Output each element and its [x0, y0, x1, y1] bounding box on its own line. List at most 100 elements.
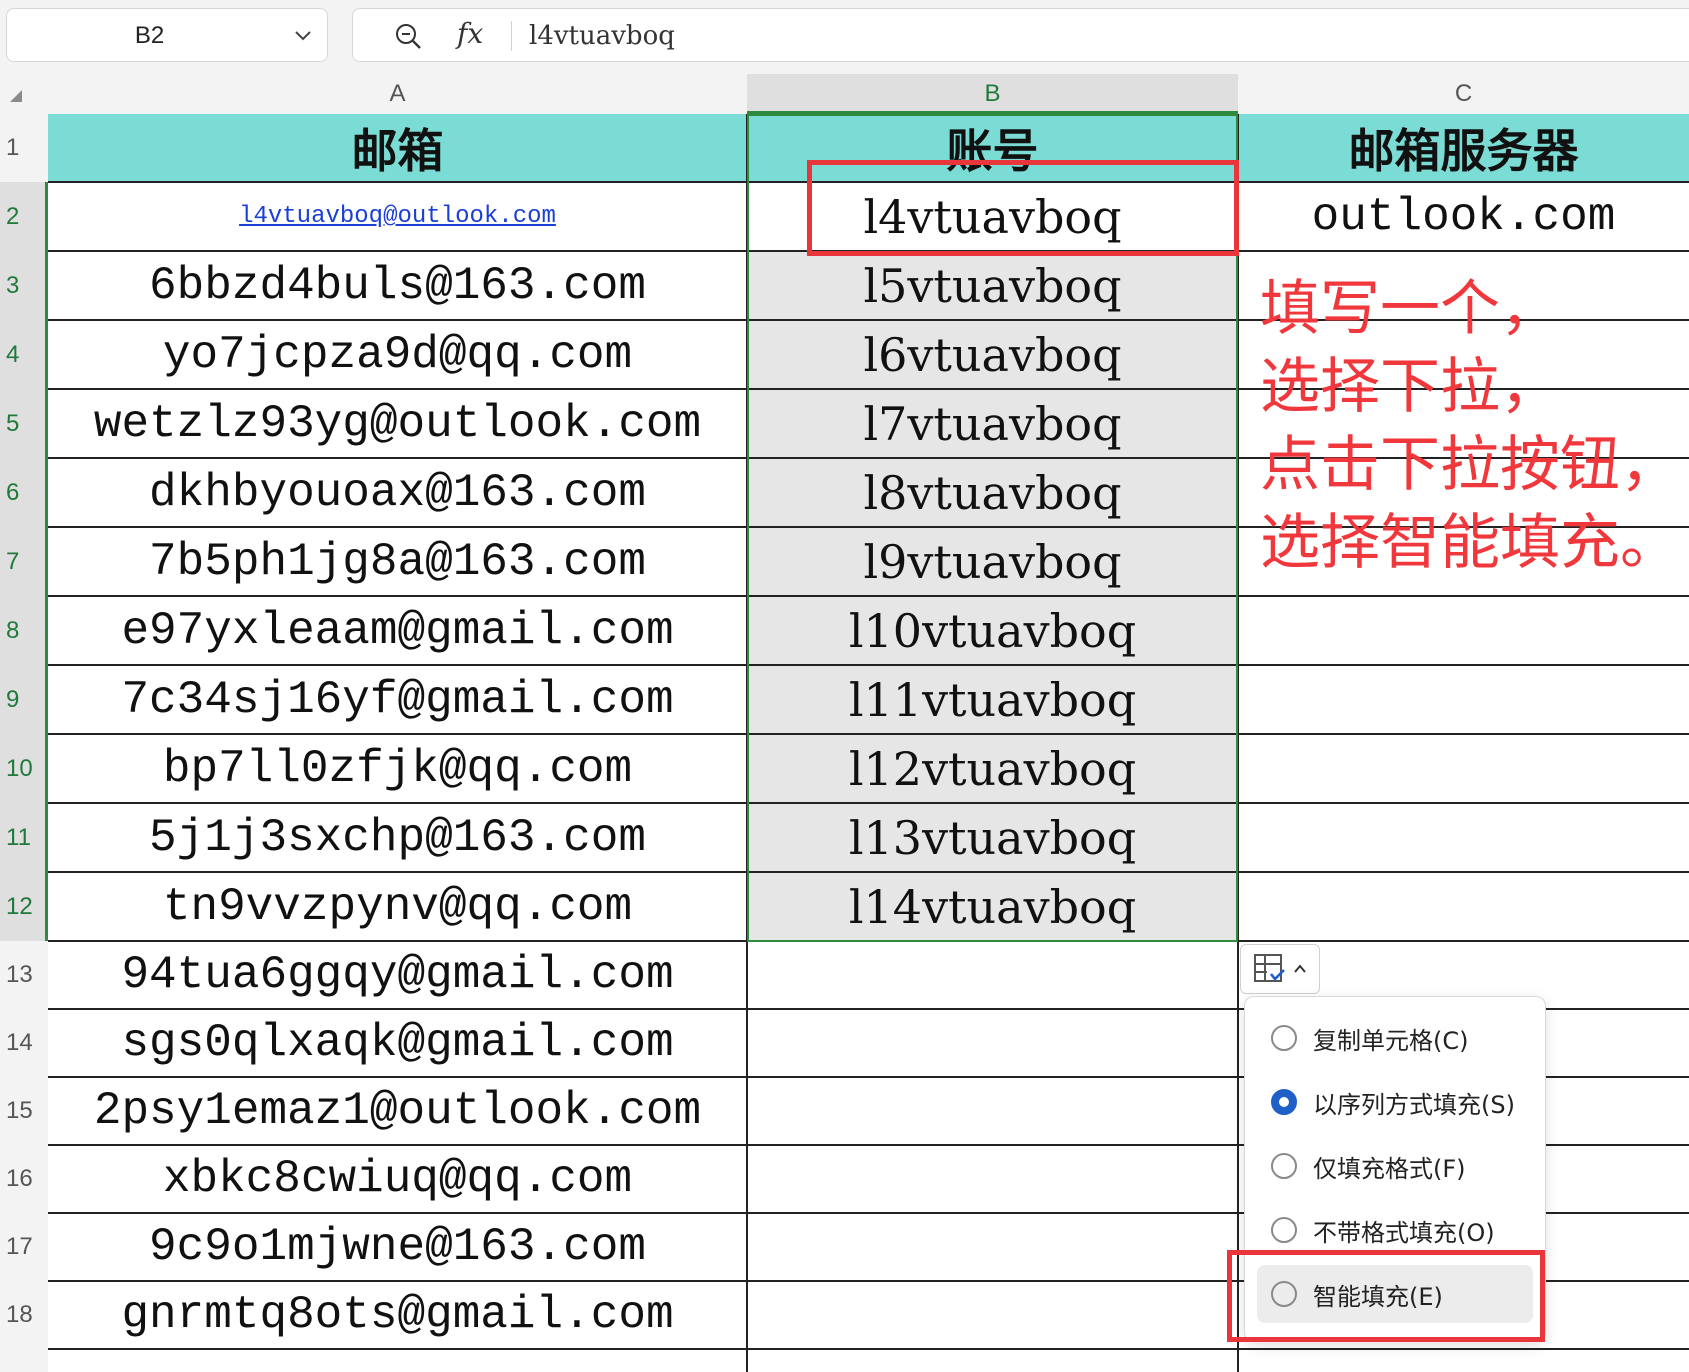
zoom-out-icon[interactable]	[393, 21, 423, 51]
name-box-value: B2	[134, 22, 165, 49]
row-header-2[interactable]: 2	[0, 182, 48, 251]
row-header-bar: 1 2 3 4 5 6 7 8 9 10 11 12 13 14 15 16 17 18	[0, 114, 48, 1372]
grid-line	[48, 1348, 1238, 1350]
cell-a17[interactable]: 9c9o1mjwne@163.com	[48, 1213, 747, 1281]
row-header-5[interactable]: 5	[0, 389, 48, 458]
radio-flash-fill[interactable]	[1271, 1281, 1297, 1307]
grid-line	[1238, 1348, 1689, 1350]
cell-a13[interactable]: 94tua6ggqy@gmail.com	[48, 941, 747, 1009]
row-header-13[interactable]: 13	[0, 941, 48, 1009]
grid-line	[48, 595, 1238, 597]
row-header-1[interactable]: 1	[0, 114, 48, 182]
grid-line	[1238, 733, 1689, 735]
grid-line	[1238, 802, 1689, 804]
cell-b7[interactable]: l9vtuavboq	[747, 527, 1238, 596]
menu-item-fill-formatting-only[interactable]: 仅填充格式(F)	[1257, 1137, 1533, 1195]
row-header-11[interactable]: 11	[0, 803, 48, 872]
cell-a16[interactable]: xbkc8cwiuq@qq.com	[48, 1145, 747, 1213]
column-header-b[interactable]: B	[747, 74, 1238, 114]
row-header-4[interactable]: 4	[0, 320, 48, 389]
row-header-9[interactable]: 9	[0, 665, 48, 734]
row-header-14[interactable]: 14	[0, 1009, 48, 1077]
cell-a14[interactable]: sgs0qlxaqk@gmail.com	[48, 1009, 747, 1077]
column-header-bar: A B C	[0, 74, 1689, 114]
cell-b11[interactable]: l13vtuavboq	[747, 803, 1238, 872]
select-all-corner[interactable]	[0, 74, 48, 114]
grid-line	[48, 526, 1238, 528]
chevron-down-icon[interactable]	[291, 23, 315, 47]
menu-item-fill-series[interactable]: 以序列方式填充(S)	[1257, 1073, 1533, 1131]
row-header-15[interactable]: 15	[0, 1077, 48, 1145]
row-header-18[interactable]: 18	[0, 1281, 48, 1349]
cell-b2[interactable]: l4vtuavboq	[747, 182, 1238, 251]
column-header-a[interactable]: A	[48, 74, 747, 114]
row-header-3[interactable]: 3	[0, 251, 48, 320]
cell-a2-email-link[interactable]: l4vtuavboq@outlook.com	[48, 182, 747, 251]
row-header-16[interactable]: 16	[0, 1145, 48, 1213]
cell-b1[interactable]: 账号	[747, 114, 1238, 182]
cell-b12[interactable]: l14vtuavboq	[747, 872, 1238, 941]
cell-a7[interactable]: 7b5ph1jg8a@163.com	[48, 527, 747, 596]
row-header-17[interactable]: 17	[0, 1213, 48, 1281]
cell-b4[interactable]: l6vtuavboq	[747, 320, 1238, 389]
cell-a3[interactable]: 6bbzd4buls@163.com	[48, 251, 747, 320]
annotation-line: 填写一个，	[1260, 274, 1560, 344]
radio-copy-cells[interactable]	[1271, 1025, 1297, 1051]
grid-line	[1238, 871, 1689, 873]
grid-line	[1238, 664, 1689, 666]
grid-line	[48, 802, 1238, 804]
cell-a5[interactable]: wetzlz93yg@outlook.com	[48, 389, 747, 458]
corner-triangle-icon	[10, 90, 22, 102]
annotation-line: 点击下拉按钮，	[1260, 430, 1680, 500]
menu-item-label: 不带格式填充(O)	[1313, 1218, 1495, 1247]
formula-divider	[511, 21, 512, 51]
cell-a9[interactable]: 7c34sj16yf@gmail.com	[48, 665, 747, 734]
formula-input-box[interactable]: 𝑓x l4vtuavboq	[352, 8, 1689, 62]
radio-fill-without-formatting[interactable]	[1271, 1217, 1297, 1243]
cell-c2[interactable]: outlook.com	[1238, 182, 1689, 251]
cell-b8[interactable]: l10vtuavboq	[747, 596, 1238, 665]
cell-a6[interactable]: dkhbyouoax@163.com	[48, 458, 747, 527]
cell-a18[interactable]: gnrmtq8ots@gmail.com	[48, 1281, 747, 1349]
grid-line	[48, 664, 1238, 666]
radio-fill-formatting-only[interactable]	[1271, 1153, 1297, 1179]
cell-a8[interactable]: e97yxleaam@gmail.com	[48, 596, 747, 665]
cell-b5[interactable]: l7vtuavboq	[747, 389, 1238, 458]
row-header-12[interactable]: 12	[0, 872, 48, 941]
cell-a15[interactable]: 2psy1emaz1@outlook.com	[48, 1077, 747, 1145]
menu-item-label: 以序列方式填充(S)	[1313, 1090, 1515, 1119]
menu-item-label: 智能填充(E)	[1313, 1282, 1443, 1311]
function-fx-icon[interactable]: 𝑓x	[457, 17, 483, 50]
cell-a1[interactable]: 邮箱	[48, 114, 747, 182]
menu-item-flash-fill[interactable]: 智能填充(E)	[1257, 1265, 1533, 1323]
menu-item-copy-cells[interactable]: 复制单元格(C)	[1257, 1009, 1533, 1067]
row-header-6[interactable]: 6	[0, 458, 48, 527]
grid-line	[48, 1280, 1238, 1282]
grid-line	[1238, 250, 1689, 252]
autofill-options-button[interactable]	[1240, 944, 1320, 994]
cell-a4[interactable]: yo7jcpza9d@qq.com	[48, 320, 747, 389]
grid-line	[48, 457, 1238, 459]
row-header-8[interactable]: 8	[0, 596, 48, 665]
annotation-line: 选择智能填充。	[1260, 508, 1680, 578]
menu-item-fill-without-formatting[interactable]: 不带格式填充(O)	[1257, 1201, 1533, 1259]
menu-item-label: 复制单元格(C)	[1313, 1026, 1469, 1055]
cell-b9[interactable]: l11vtuavboq	[747, 665, 1238, 734]
cell-b6[interactable]: l8vtuavboq	[747, 458, 1238, 527]
grid-line	[48, 181, 1238, 183]
instruction-annotation: 填写一个， 选择下拉， 点击下拉按钮， 选择智能填充。	[1260, 270, 1680, 582]
cell-b3[interactable]: l5vtuavboq	[747, 251, 1238, 320]
cell-c1[interactable]: 邮箱服务器	[1238, 114, 1689, 182]
formula-value[interactable]: l4vtuavboq	[529, 9, 675, 63]
cell-a11[interactable]: 5j1j3sxchp@163.com	[48, 803, 747, 872]
cell-b10[interactable]: l12vtuavboq	[747, 734, 1238, 803]
row-header-7[interactable]: 7	[0, 527, 48, 596]
cell-a12[interactable]: tn9vvzpynv@qq.com	[48, 872, 747, 941]
grid-line	[48, 319, 1238, 321]
grid-line	[48, 1144, 1238, 1146]
name-box[interactable]: B2	[6, 8, 328, 62]
column-header-c[interactable]: C	[1238, 74, 1689, 114]
radio-fill-series[interactable]	[1271, 1089, 1297, 1115]
cell-a10[interactable]: bp7ll0zfjk@qq.com	[48, 734, 747, 803]
row-header-10[interactable]: 10	[0, 734, 48, 803]
